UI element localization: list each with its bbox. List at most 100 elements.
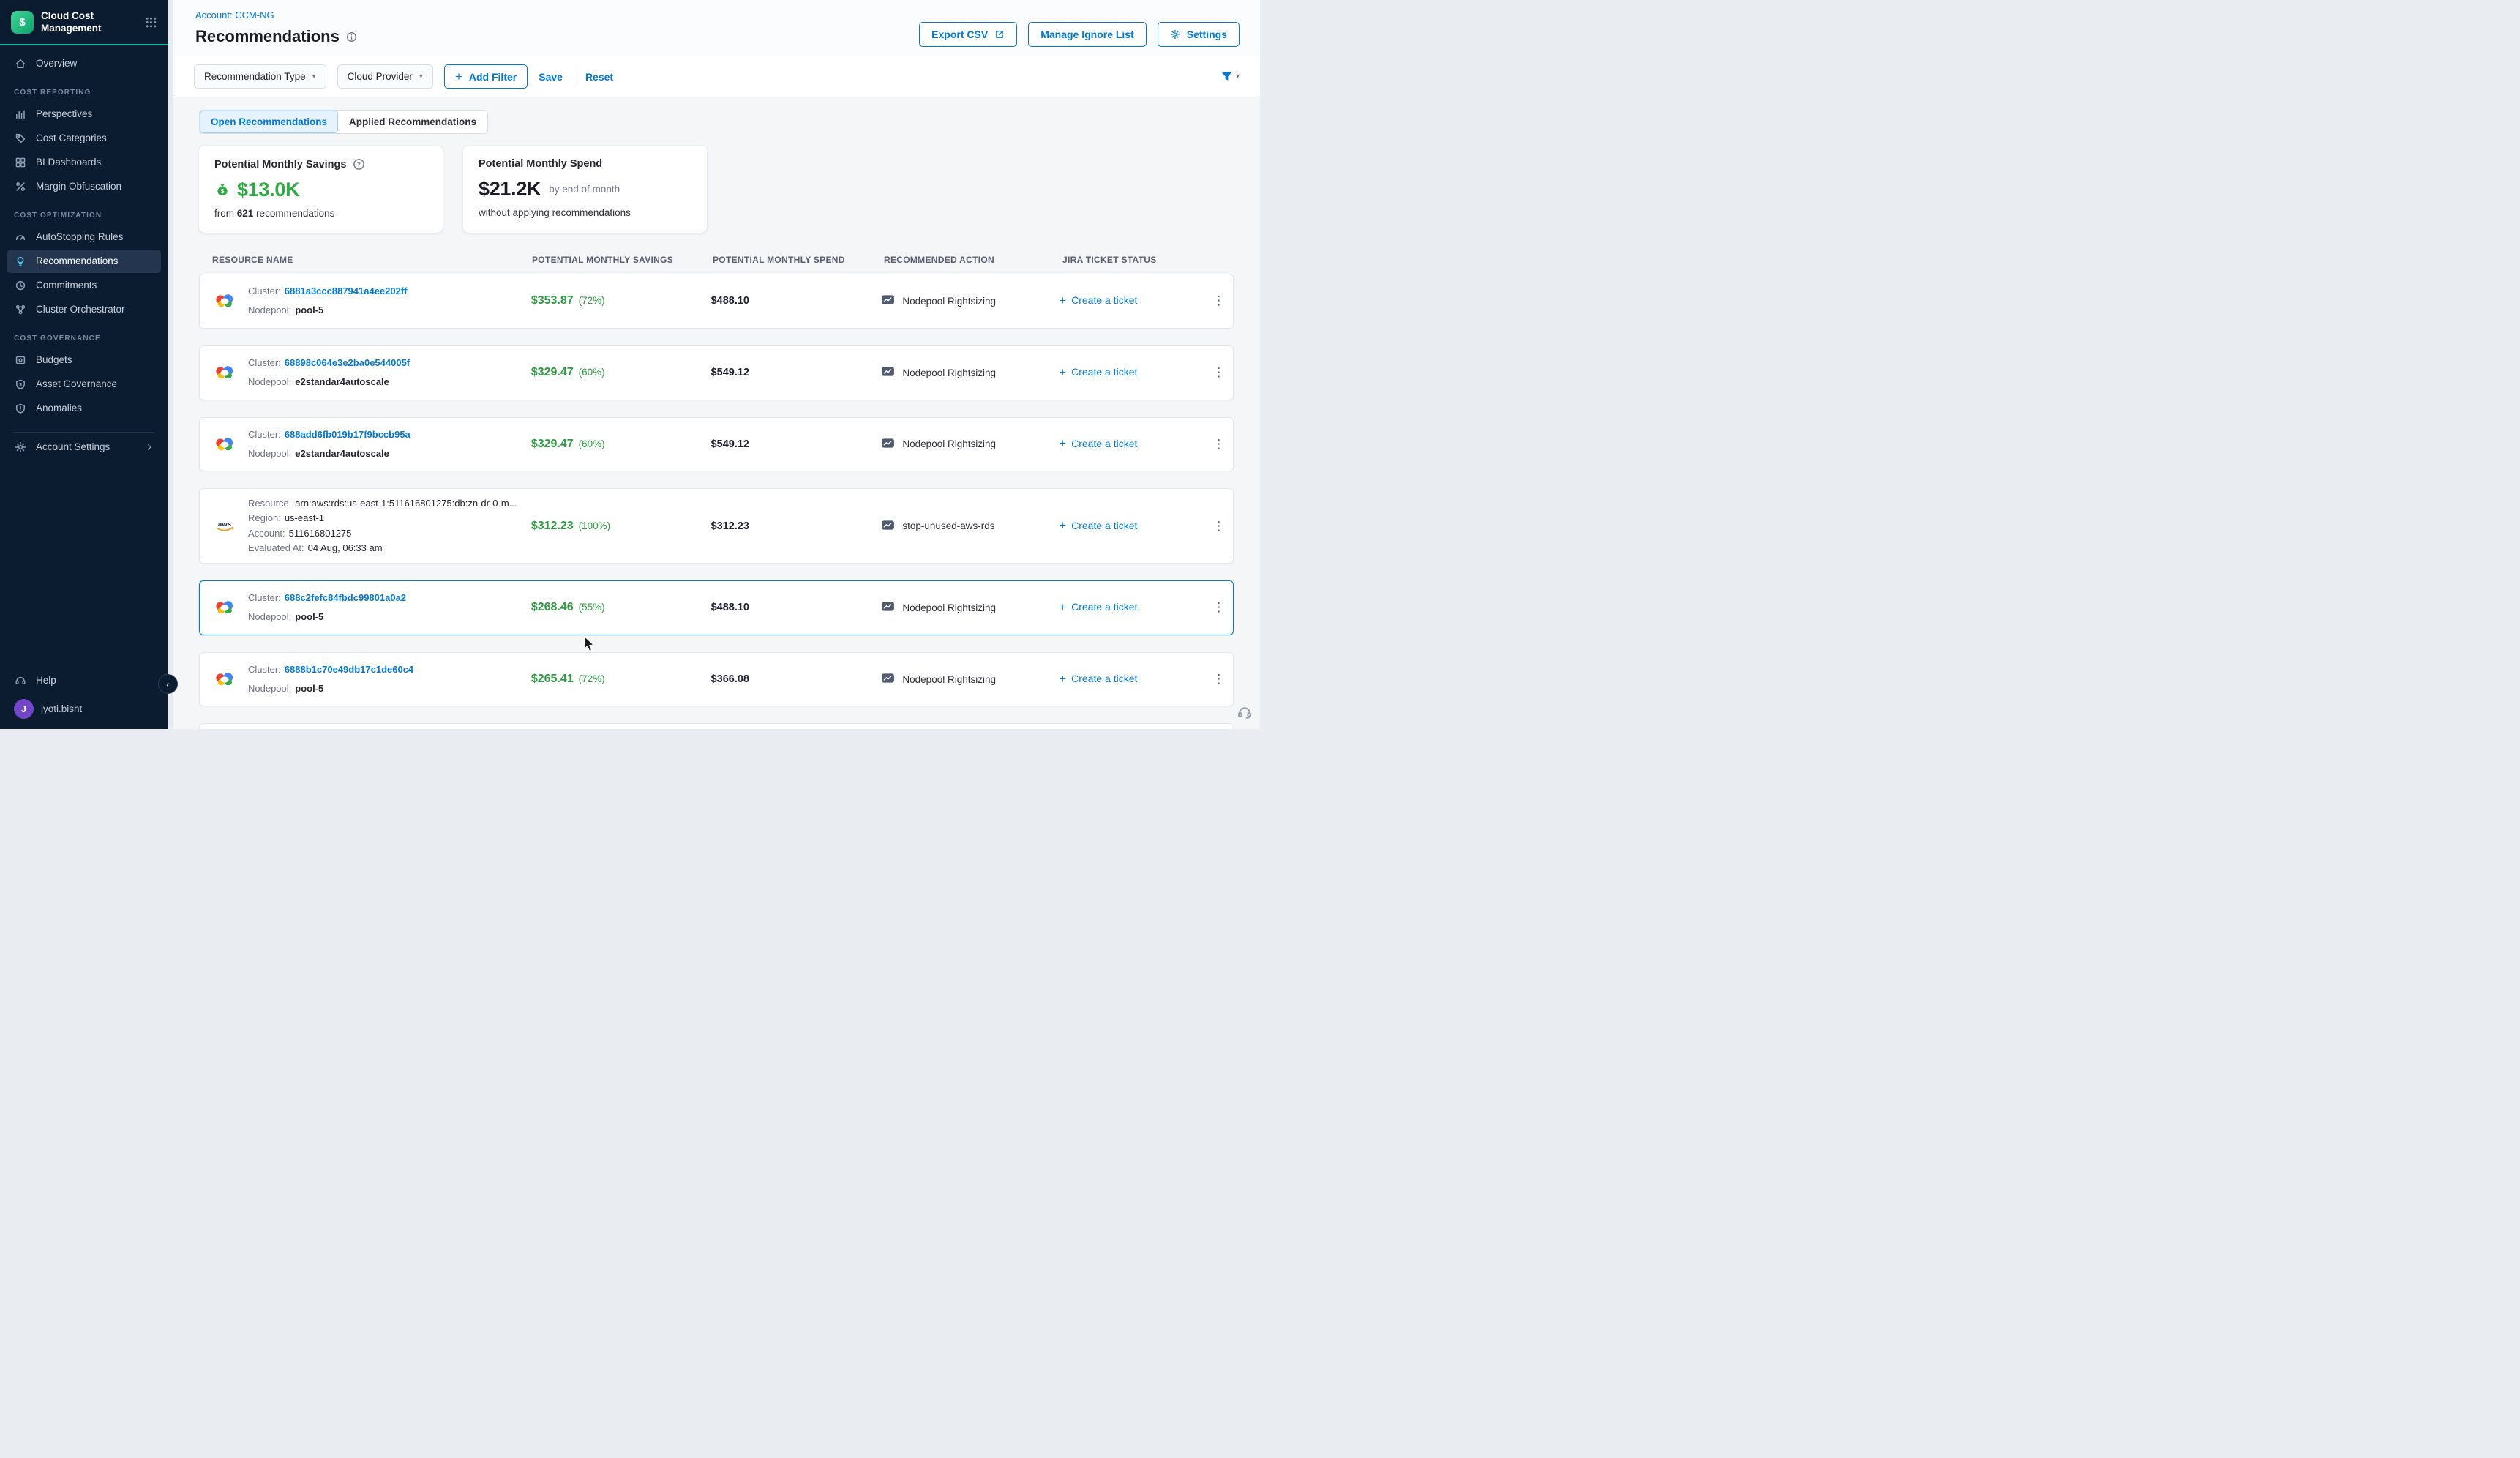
create-ticket-link[interactable]: +Create a ticket bbox=[1059, 366, 1137, 378]
tab-open-recommendations[interactable]: Open Recommendations bbox=[200, 111, 338, 133]
dashboard-icon bbox=[14, 157, 27, 168]
tab-applied-recommendations[interactable]: Applied Recommendations bbox=[338, 111, 487, 133]
resource-value: arn:aws:rds:us-east-1:511616801275:db:zn… bbox=[295, 498, 517, 509]
row-menu-button[interactable]: ⋮ bbox=[1205, 600, 1233, 615]
row-menu-button[interactable]: ⋮ bbox=[1205, 365, 1233, 380]
plus-icon: + bbox=[1059, 437, 1066, 449]
row-menu-button[interactable]: ⋮ bbox=[1205, 294, 1233, 308]
sidebar-item-recommendations[interactable]: Recommendations bbox=[7, 250, 161, 273]
breadcrumb-account-link[interactable]: Account: CCM-NG bbox=[195, 10, 274, 20]
external-link-icon bbox=[994, 29, 1005, 40]
sidebar-item-perspectives[interactable]: Perspectives bbox=[7, 102, 161, 126]
sidebar-item-cost-categories[interactable]: Cost Categories bbox=[7, 127, 161, 150]
section-cost-reporting: COST REPORTING bbox=[0, 76, 168, 102]
sidebar-item-label: Asset Governance bbox=[36, 378, 117, 389]
row-menu-button[interactable]: ⋮ bbox=[1205, 437, 1233, 452]
action-icon bbox=[881, 520, 895, 533]
table-row[interactable]: Cluster:6881a3ccc887941a4ee202ff Nodepoo… bbox=[199, 274, 1234, 329]
question-icon[interactable]: ? bbox=[353, 158, 365, 171]
create-ticket-link[interactable]: +Create a ticket bbox=[1059, 673, 1137, 685]
table-row[interactable]: Cluster:688add6fb019b17f9bccb95a Nodepoo… bbox=[199, 417, 1234, 472]
cluster-id-link[interactable]: 688add6fb019b17f9bccb95a bbox=[285, 429, 410, 440]
aws-icon: aws bbox=[213, 518, 236, 534]
sidebar-item-label: Cluster Orchestrator bbox=[36, 304, 125, 315]
manage-ignore-list-label: Manage Ignore List bbox=[1040, 29, 1134, 40]
gear-icon bbox=[14, 441, 27, 453]
sidebar-item-bi-dashboards[interactable]: BI Dashboards bbox=[7, 151, 161, 174]
settings-label: Settings bbox=[1187, 29, 1227, 40]
resource-value: pool-5 bbox=[295, 683, 323, 694]
resource-label: Cluster: bbox=[248, 664, 281, 675]
sidebar-item-account-settings[interactable]: Account Settings bbox=[7, 435, 161, 459]
add-filter-button[interactable]: + Add Filter bbox=[444, 64, 528, 89]
recommendation-type-dropdown[interactable]: Recommendation Type ▾ bbox=[194, 64, 326, 89]
cluster-id-link[interactable]: 6881a3ccc887941a4ee202ff bbox=[285, 285, 408, 296]
info-icon[interactable] bbox=[346, 31, 357, 42]
banknote-icon bbox=[14, 354, 27, 366]
resource-label: Region: bbox=[248, 512, 281, 523]
module-switcher-icon[interactable] bbox=[145, 16, 157, 29]
sidebar-item-label: Budgets bbox=[36, 354, 72, 365]
anomaly-shield-icon bbox=[14, 403, 27, 414]
chevron-right-icon bbox=[145, 443, 154, 452]
sidebar-item-label: AutoStopping Rules bbox=[36, 231, 123, 242]
table-row[interactable]: Cluster:6886e92f59a48cad86b5b1c6 $244.05… bbox=[199, 723, 1234, 729]
plus-icon: + bbox=[1059, 519, 1066, 531]
action-label: Nodepool Rightsizing bbox=[902, 367, 996, 378]
sidebar-item-commitments[interactable]: Commitments bbox=[7, 274, 161, 297]
create-ticket-link[interactable]: +Create a ticket bbox=[1059, 601, 1137, 613]
sidebar-item-budgets[interactable]: Budgets bbox=[7, 348, 161, 372]
cloud-provider-dropdown[interactable]: Cloud Provider ▾ bbox=[337, 64, 433, 89]
potential-savings-card: Potential Monthly Savings ? $ $13.0K fro… bbox=[199, 146, 443, 233]
saved-filters-button[interactable]: ▾ bbox=[1220, 70, 1240, 83]
create-ticket-link[interactable]: +Create a ticket bbox=[1059, 437, 1137, 449]
sidebar-item-label: BI Dashboards bbox=[36, 157, 101, 168]
kebab-icon: ⋮ bbox=[1205, 669, 1232, 689]
savings-value: $329.47 bbox=[531, 438, 574, 450]
cluster-id-link[interactable]: 688c2fefc84fbdc99801a0a2 bbox=[285, 592, 406, 603]
column-header-savings: POTENTIAL MONTHLY SAVINGS bbox=[532, 255, 713, 265]
help-widget-icon[interactable] bbox=[1237, 703, 1253, 723]
create-ticket-link[interactable]: +Create a ticket bbox=[1059, 294, 1137, 307]
sidebar-item-asset-governance[interactable]: $ Asset Governance bbox=[7, 373, 161, 396]
export-csv-button[interactable]: Export CSV bbox=[919, 22, 1017, 47]
sidebar-item-cluster-orchestrator[interactable]: Cluster Orchestrator bbox=[7, 298, 161, 321]
svg-text:?: ? bbox=[357, 160, 361, 168]
reset-filter-link[interactable]: Reset bbox=[585, 71, 613, 83]
cluster-id-link[interactable]: 6888b1c70e49db17c1de60c4 bbox=[285, 664, 413, 675]
manage-ignore-list-button[interactable]: Manage Ignore List bbox=[1028, 22, 1147, 47]
row-menu-button[interactable]: ⋮ bbox=[1205, 672, 1233, 687]
app-title-line2: Management bbox=[41, 23, 138, 35]
clock-icon bbox=[14, 280, 27, 291]
create-ticket-label: Create a ticket bbox=[1071, 601, 1137, 613]
savings-total-value: $13.0K bbox=[237, 179, 299, 201]
sidebar-item-overview[interactable]: Overview bbox=[7, 52, 161, 75]
sidebar-item-label: Margin Obfuscation bbox=[36, 181, 121, 192]
gauge-icon bbox=[14, 231, 27, 243]
table-row[interactable]: Cluster:68898c064e3e2ba0e544005f Nodepoo… bbox=[199, 345, 1234, 400]
column-header-jira: JIRA TICKET STATUS bbox=[1062, 255, 1210, 265]
svg-text:$: $ bbox=[221, 187, 225, 195]
gcp-icon bbox=[213, 365, 236, 380]
sidebar-item-help[interactable]: Help bbox=[7, 668, 161, 692]
user-name: jyoti.bisht bbox=[41, 703, 82, 714]
savings-percent: (72%) bbox=[579, 673, 605, 684]
sidebar-item-autostopping-rules[interactable]: AutoStopping Rules bbox=[7, 225, 161, 249]
sidebar-item-anomalies[interactable]: Anomalies bbox=[7, 397, 161, 420]
spend-value: $488.10 bbox=[711, 602, 882, 613]
resource-label: Evaluated At: bbox=[248, 542, 304, 553]
savings-count-note: from 621 recommendations bbox=[214, 208, 427, 219]
save-filter-link[interactable]: Save bbox=[539, 71, 563, 83]
user-menu[interactable]: J jyoti.bisht bbox=[0, 692, 168, 722]
table-row[interactable]: Cluster:6888b1c70e49db17c1de60c4 Nodepoo… bbox=[199, 652, 1234, 707]
sidebar-collapse-button[interactable]: ‹ bbox=[158, 674, 178, 694]
row-menu-button[interactable]: ⋮ bbox=[1205, 519, 1233, 534]
plus-icon: + bbox=[455, 70, 462, 83]
table-row[interactable]: aws Resource:arn:aws:rds:us-east-1:51161… bbox=[199, 488, 1234, 564]
table-row-selected[interactable]: Cluster:688c2fefc84fbdc99801a0a2 Nodepoo… bbox=[199, 580, 1234, 635]
chevron-down-icon: ▾ bbox=[419, 73, 423, 81]
create-ticket-link[interactable]: +Create a ticket bbox=[1059, 519, 1137, 531]
cluster-id-link[interactable]: 68898c064e3e2ba0e544005f bbox=[285, 357, 410, 368]
settings-button[interactable]: Settings bbox=[1158, 22, 1240, 47]
sidebar-item-margin-obfuscation[interactable]: Margin Obfuscation bbox=[7, 175, 161, 198]
